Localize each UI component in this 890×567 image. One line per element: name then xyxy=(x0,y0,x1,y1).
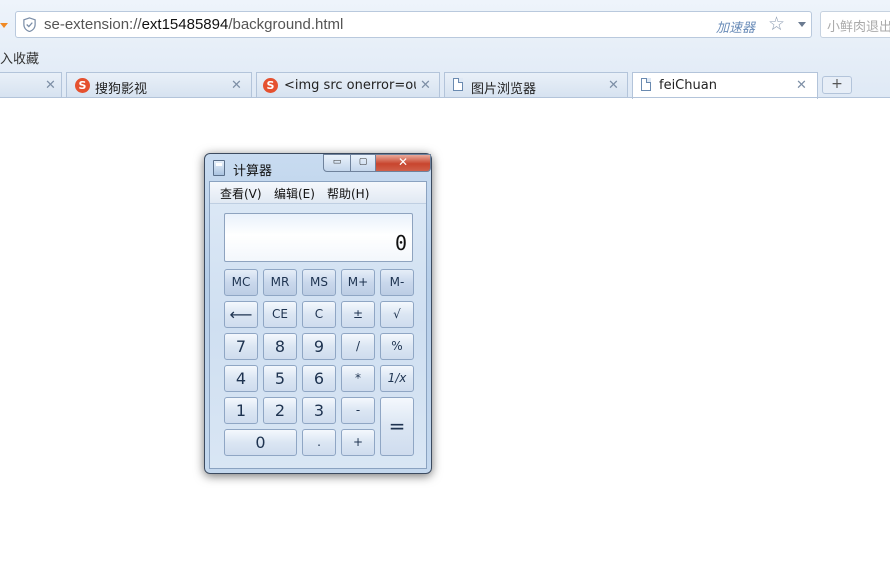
address-row: se-extension://ext15485894/background.ht… xyxy=(0,0,890,50)
six-button[interactable]: 6 xyxy=(302,365,336,392)
shield-icon xyxy=(23,17,36,32)
page-icon xyxy=(641,78,651,91)
two-button[interactable]: 2 xyxy=(263,397,297,424)
m-plus-button[interactable]: M+ xyxy=(341,269,375,296)
tab-0[interactable]: ✕ xyxy=(0,72,62,98)
tab-sogou-video[interactable]: S 搜狗影视 ✕ xyxy=(66,72,252,98)
close-icon[interactable]: ✕ xyxy=(420,78,431,93)
sqrt-button[interactable]: √ xyxy=(380,301,414,328)
browser-chrome: se-extension://ext15485894/background.ht… xyxy=(0,0,890,99)
tab-label: <img src onerror=outer xyxy=(284,78,416,93)
five-button[interactable]: 5 xyxy=(263,365,297,392)
ce-button[interactable]: CE xyxy=(263,301,297,328)
minimize-button[interactable]: ▭ xyxy=(323,154,351,172)
backspace-button[interactable]: ⟵ xyxy=(224,301,258,328)
tab-img-src[interactable]: S <img src onerror=outer ✕ xyxy=(256,72,440,98)
maximize-button[interactable]: ▢ xyxy=(350,154,376,172)
tab-feichuan[interactable]: feiChuan ✕ xyxy=(632,72,818,99)
url-scheme: se-extension:// xyxy=(44,16,142,33)
menu-bar: 查看(V) 编辑(E) 帮助(H) xyxy=(210,182,426,204)
chevron-down-icon[interactable] xyxy=(798,22,806,27)
sogou-icon: S xyxy=(75,78,90,93)
page-icon xyxy=(453,78,463,91)
equals-button[interactable]: = xyxy=(380,397,414,456)
decimal-button[interactable]: . xyxy=(302,429,336,456)
tab-strip: ✕ S 搜狗影视 ✕ S <img src onerror=outer ✕ 图片… xyxy=(0,72,890,99)
tab-label: feiChuan xyxy=(659,78,717,93)
display-value: 0 xyxy=(394,231,407,255)
four-button[interactable]: 4 xyxy=(224,365,258,392)
close-button[interactable]: ✕ xyxy=(375,154,431,172)
nine-button[interactable]: 9 xyxy=(302,333,336,360)
star-icon[interactable]: ☆ xyxy=(768,13,785,35)
search-input[interactable]: 小鲜肉退出 xyxy=(820,11,890,38)
percent-button[interactable]: % xyxy=(380,333,414,360)
mc-button[interactable]: MC xyxy=(224,269,258,296)
accelerator-button[interactable]: 加速器 xyxy=(716,17,755,36)
plus-minus-button[interactable]: ± xyxy=(341,301,375,328)
reciprocal-button[interactable]: 1/x xyxy=(380,365,414,392)
subtract-button[interactable]: - xyxy=(341,397,375,424)
close-icon[interactable]: ✕ xyxy=(796,78,807,93)
eight-button[interactable]: 8 xyxy=(263,333,297,360)
sogou-icon: S xyxy=(263,78,278,93)
add-button[interactable]: + xyxy=(341,429,375,456)
tab-label: 图片浏览器 xyxy=(471,82,537,97)
calculator-window[interactable]: 计算器 ▭ ▢ ✕ 查看(V) 编辑(E) 帮助(H) 0 MC MR MS M… xyxy=(204,153,432,474)
menu-help[interactable]: 帮助(H) xyxy=(327,185,369,202)
tab-image-browser[interactable]: 图片浏览器 ✕ xyxy=(444,72,628,98)
calculator-display: 0 xyxy=(224,213,413,262)
bookmark-link[interactable]: 入收藏 xyxy=(0,48,39,67)
menu-arrow-icon[interactable] xyxy=(0,23,8,28)
c-button[interactable]: C xyxy=(302,301,336,328)
new-tab-button[interactable]: + xyxy=(822,76,852,94)
close-icon[interactable]: ✕ xyxy=(231,78,242,93)
window-title: 计算器 xyxy=(233,164,273,179)
url-text[interactable]: se-extension://ext15485894/background.ht… xyxy=(44,16,343,33)
close-icon[interactable]: ✕ xyxy=(608,78,619,93)
m-minus-button[interactable]: M- xyxy=(380,269,414,296)
divide-button[interactable]: / xyxy=(341,333,375,360)
menu-view[interactable]: 查看(V) xyxy=(220,185,262,202)
tab-divider xyxy=(0,97,890,98)
mr-button[interactable]: MR xyxy=(263,269,297,296)
url-host: ext15485894 xyxy=(141,16,229,33)
three-button[interactable]: 3 xyxy=(302,397,336,424)
tab-label: 搜狗影视 xyxy=(95,82,148,97)
zero-button[interactable]: 0 xyxy=(224,429,297,456)
calculator-icon xyxy=(213,160,225,176)
url-path: /background.html xyxy=(228,16,344,33)
address-bar[interactable]: se-extension://ext15485894/background.ht… xyxy=(15,11,812,38)
close-icon[interactable]: ✕ xyxy=(45,78,56,93)
calculator-body: 查看(V) 编辑(E) 帮助(H) 0 MC MR MS M+ M- ⟵ CE … xyxy=(209,181,427,469)
multiply-button[interactable]: * xyxy=(341,365,375,392)
menu-edit[interactable]: 编辑(E) xyxy=(274,185,315,202)
window-controls: ▭ ▢ ✕ xyxy=(323,154,431,172)
seven-button[interactable]: 7 xyxy=(224,333,258,360)
ms-button[interactable]: MS xyxy=(302,269,336,296)
one-button[interactable]: 1 xyxy=(224,397,258,424)
